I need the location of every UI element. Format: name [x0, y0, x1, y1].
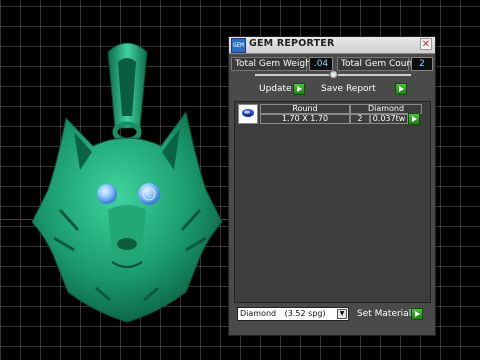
set-material-play-icon[interactable] [411, 308, 423, 320]
total-gem-count-label: Total Gem Count [337, 57, 416, 71]
update-button[interactable]: Update [259, 82, 292, 96]
gem-item[interactable] [238, 104, 258, 124]
window-title: GEM REPORTER [249, 38, 335, 49]
right-eye-gem [138, 183, 160, 205]
material-spec: (3.52 spg) [284, 309, 326, 318]
set-material-button[interactable]: Set Material [357, 307, 411, 321]
total-gem-weight-value: .04 [309, 57, 333, 71]
gem-size-cell: 1.70 X 1.70 [260, 114, 350, 124]
save-report-button-label: Save Report [321, 84, 376, 94]
title-bar[interactable]: GEM GEM REPORTER ✕ [229, 37, 435, 54]
gem-row-play-icon[interactable] [408, 113, 420, 125]
material-select[interactable]: Diamond (3.52 spg) ▼ [237, 307, 349, 321]
close-icon[interactable]: ✕ [420, 38, 432, 50]
save-report-play-icon[interactable] [395, 83, 407, 95]
gem-weight-cell: 0.037tw [370, 114, 408, 124]
gem-count-cell: 2 [350, 114, 370, 124]
dropdown-arrow-icon[interactable]: ▼ [337, 309, 347, 319]
total-gem-count-value: 2 [411, 57, 433, 71]
slider-thumb[interactable] [329, 70, 338, 79]
round-gem-icon [242, 109, 254, 117]
total-gem-weight-label: Total Gem Weight [231, 57, 314, 71]
material-name: Diamond [240, 309, 277, 318]
set-material-button-label: Set Material [357, 309, 412, 319]
gem-reporter-window: GEM GEM REPORTER ✕ Total Gem Weight .04 … [228, 36, 436, 336]
update-button-label: Update [259, 84, 292, 94]
update-play-icon[interactable] [293, 83, 305, 95]
left-eye-gem [97, 184, 117, 204]
cut-header: Round [260, 104, 350, 114]
gem-list: Round Diamond 1.70 X 1.70 2 0.037tw [234, 101, 431, 303]
gem-reporter-app-icon: GEM [231, 38, 246, 53]
save-report-button[interactable]: Save Report [321, 82, 376, 96]
